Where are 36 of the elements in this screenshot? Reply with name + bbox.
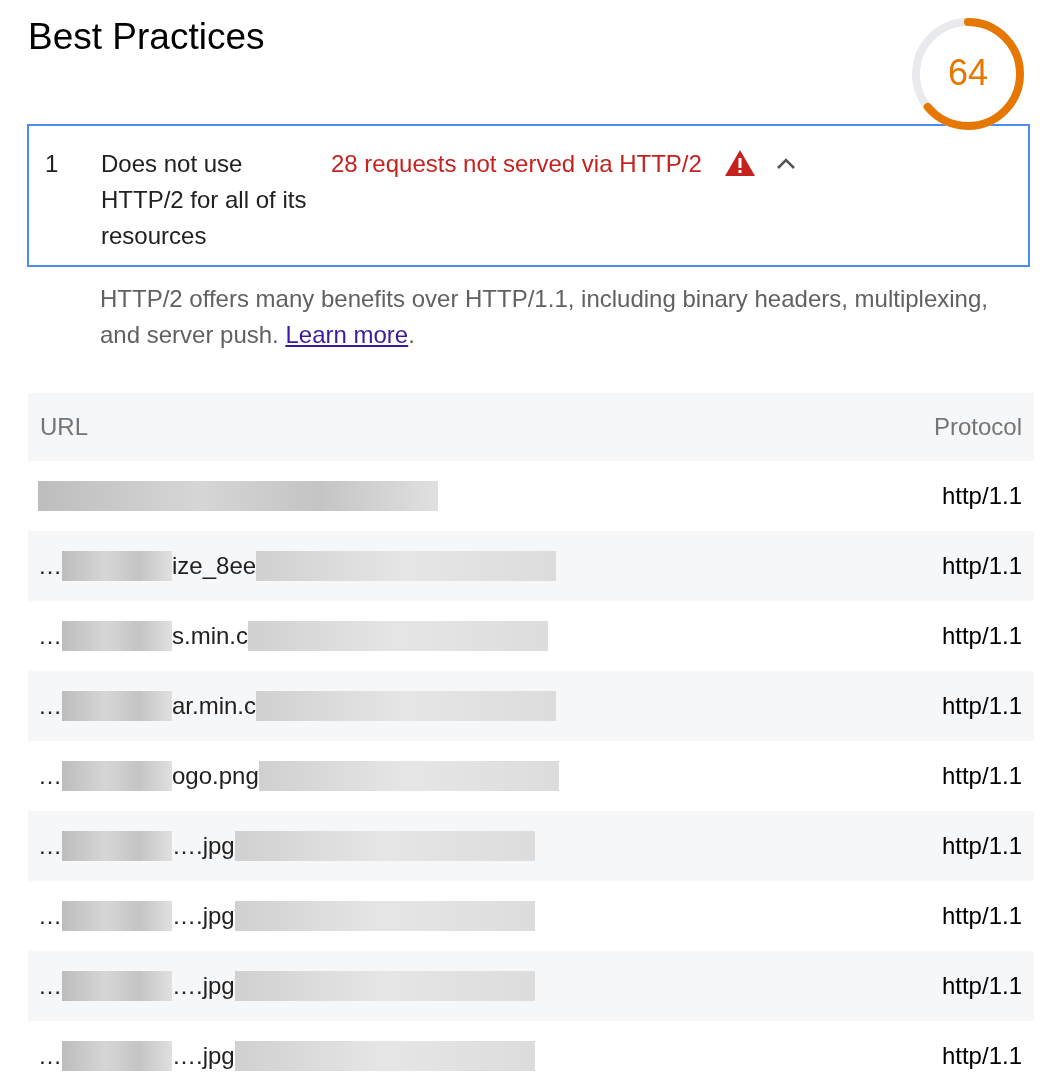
url-text: ….jpg <box>172 972 235 1000</box>
audit-display-value: 28 requests not served via HTTP/2 <box>331 149 702 179</box>
protocol-cell: http/1.1 <box>941 692 1022 720</box>
url-text: … <box>38 552 62 580</box>
score-value: 64 <box>946 52 989 94</box>
url-text: ….jpg <box>172 902 235 930</box>
url-text: ….jpg <box>172 832 235 860</box>
url-text: … <box>38 1042 62 1070</box>
url-text: s.min.c <box>172 622 248 650</box>
learn-more-link[interactable]: Learn more <box>285 321 409 348</box>
audit-description: HTTP/2 offers many benefits over HTTP/1.1, including binary headers, multiplexing, and server push. Learn more. <box>100 284 989 350</box>
url-text: … <box>38 972 62 1000</box>
protocol-cell: http/1.1 <box>941 622 1022 650</box>
protocol-cell: http/1.1 <box>941 482 1022 510</box>
protocol-cell: http/1.1 <box>941 762 1022 790</box>
category-title: Best Practices <box>28 16 265 58</box>
url-text: ar.min.c <box>172 692 257 720</box>
protocol-cell: http/1.1 <box>941 552 1022 580</box>
url-text: … <box>38 902 62 930</box>
protocol-cell: http/1.1 <box>941 832 1022 860</box>
url-text: ….jpg <box>172 1042 235 1070</box>
url-text: … <box>38 692 62 720</box>
url-text: … <box>38 832 62 860</box>
protocol-cell: http/1.1 <box>941 972 1022 1000</box>
audit-title: Does not use HTTP/2 for all of its resources <box>101 149 308 251</box>
warning-icon <box>723 149 756 177</box>
audit-index: 1 <box>45 149 60 179</box>
protocol-cell: http/1.1 <box>941 1042 1022 1070</box>
url-text: ize_8ee <box>172 552 257 580</box>
protocol-cell: http/1.1 <box>941 902 1022 930</box>
url-text: … <box>38 622 62 650</box>
url-text: ogo.png <box>172 762 259 790</box>
column-header: Protocol <box>933 413 1022 441</box>
audit-header[interactable]: 1 Does not use HTTP/2 for all of its resources 28 requests not served via HTTP/2 <box>27 124 1030 267</box>
url-text: … <box>38 762 62 790</box>
column-header: URL <box>40 413 88 441</box>
